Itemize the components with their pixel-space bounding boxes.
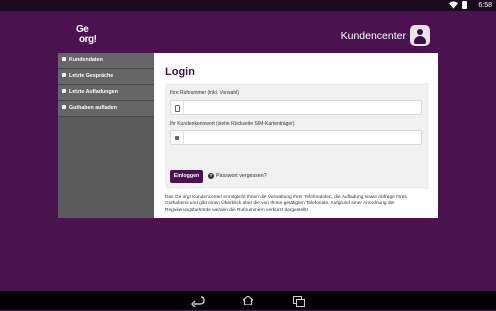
lock-icon: [171, 131, 184, 144]
wifi-icon: [449, 1, 458, 9]
recents-icon[interactable]: [288, 294, 308, 307]
sidebar-item-label: Letzte Gespräche: [69, 73, 114, 79]
sidebar: Kundendaten Letzte Gespräche Letzte Aufl…: [58, 53, 154, 218]
phone-label: Ihre Rufnummer (inkl. Vorwahl): [170, 90, 239, 96]
back-icon[interactable]: [188, 294, 208, 308]
avatar-head: [417, 29, 423, 35]
phone-field[interactable]: [170, 100, 422, 115]
sidebar-item-letzte-aufladungen[interactable]: Letzte Aufladungen: [58, 85, 154, 101]
lock-icon: [62, 73, 66, 77]
forgot-password-link[interactable]: ? Passwort vergessen?: [208, 173, 267, 179]
header-bar: Ge org! Kundencenter: [58, 20, 438, 53]
lock-icon: [62, 105, 66, 109]
phone-input[interactable]: [185, 102, 415, 112]
user-icon[interactable]: [410, 25, 430, 46]
login-button[interactable]: Einloggen: [170, 170, 203, 183]
app-window: Ge org! Kundencenter Kundendaten Letzte …: [58, 20, 438, 218]
password-input[interactable]: [185, 132, 415, 142]
phone-icon: [171, 101, 184, 114]
sidebar-item-kundendaten[interactable]: Kundendaten: [58, 53, 154, 69]
login-title: Login: [165, 66, 195, 78]
forgot-password-label: Passwort vergessen?: [216, 173, 267, 179]
battery-icon: [462, 1, 467, 9]
sidebar-item-label: Kundendaten: [69, 57, 103, 63]
password-label: Ihr Kundenkennwort (siehe Rückseite SIM-…: [170, 121, 295, 127]
logo-line2: org!: [79, 34, 97, 45]
sidebar-item-label: Letzte Aufladungen: [69, 89, 118, 95]
brand-logo[interactable]: Ge org!: [76, 25, 104, 49]
login-form: Ihre Rufnummer (inkl. Vorwahl) Ihr Kunde…: [165, 83, 429, 189]
home-icon[interactable]: [238, 294, 258, 307]
sidebar-item-label: Guthaben aufladen: [69, 105, 117, 111]
sidebar-item-letzte-gespraeche[interactable]: Letzte Gespräche: [58, 69, 154, 85]
status-time: 6:58: [478, 2, 492, 9]
status-bar: 6:58: [0, 0, 496, 11]
password-field[interactable]: [170, 130, 422, 145]
lock-icon: [62, 89, 66, 93]
main-content: Login Ihre Rufnummer (inkl. Vorwahl) Ihr…: [154, 53, 438, 218]
page-title: Kundencenter: [340, 30, 406, 42]
avatar-body: [414, 36, 426, 44]
navigation-bar: [0, 291, 496, 310]
info-text: Das Ge org! Kundencenter ermöglicht Ihne…: [165, 195, 407, 213]
sidebar-item-guthaben-aufladen[interactable]: Guthaben aufladen: [58, 101, 154, 117]
question-icon: ?: [208, 173, 214, 179]
lock-icon: [62, 57, 66, 61]
